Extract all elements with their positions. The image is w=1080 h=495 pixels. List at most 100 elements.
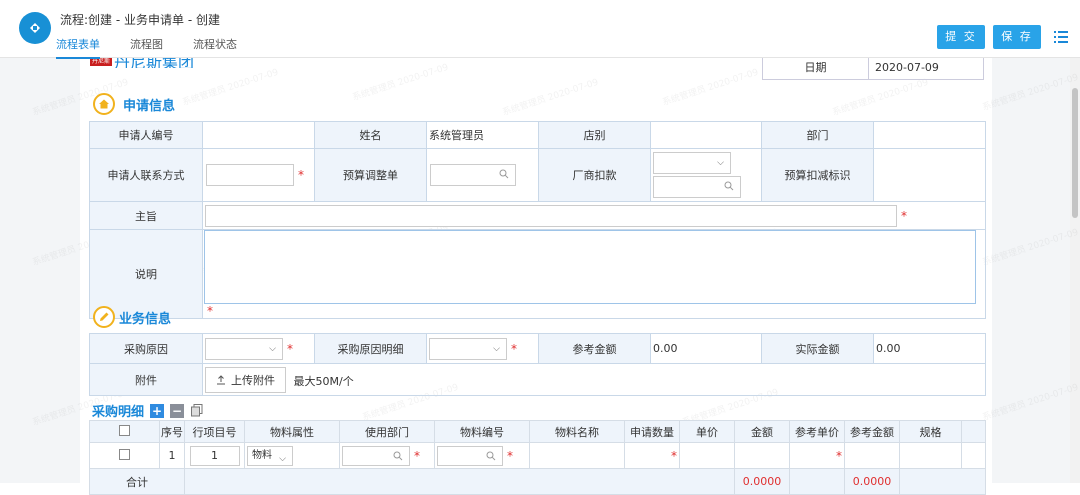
row-check-cell xyxy=(89,442,160,469)
row-spec xyxy=(899,442,962,469)
row-ref-amount xyxy=(844,442,900,469)
date-box: 日期 2020-07-09 xyxy=(762,58,984,80)
reason-label: 采购原因 xyxy=(89,333,203,364)
business-section-title: 业务信息 xyxy=(119,311,172,327)
row-material-no-cell: * xyxy=(434,442,530,469)
attach-cell: 上传附件 最大50M/个 xyxy=(202,363,986,396)
total-label: 合计 xyxy=(89,468,185,495)
chevron-down-icon: ⌵ xyxy=(493,343,500,354)
col-header-empty xyxy=(961,420,986,443)
search-icon[interactable] xyxy=(724,181,734,191)
company-name: 丹尼斯集团 xyxy=(114,58,195,68)
row-seq: 1 xyxy=(159,442,185,469)
vendor-deduct-cell: ⌵ xyxy=(650,148,762,202)
upload-label: 上传附件 xyxy=(231,373,275,387)
total-ref-amount: 0.0000 xyxy=(844,468,900,495)
upload-button[interactable]: 上传附件 xyxy=(205,366,286,393)
row-dept-input[interactable] xyxy=(342,445,410,466)
chevron-down-icon: ⌵ xyxy=(269,343,276,354)
reason-detail-select[interactable]: ⌵ xyxy=(429,337,507,360)
row-material-attr-select[interactable]: 物料 ⌵ xyxy=(247,445,293,466)
tab-status[interactable]: 流程状态 xyxy=(193,36,237,59)
applicant-no-value xyxy=(202,121,315,149)
search-icon[interactable] xyxy=(486,451,496,461)
add-row-icon[interactable]: + xyxy=(150,403,165,418)
col-header: 物料属性 xyxy=(244,420,340,443)
row-material-attr-value: 物料 xyxy=(252,449,272,461)
page-title: 流程:创建 - 业务申请单 - 创建 xyxy=(60,13,220,27)
row-ref-price-cell: * xyxy=(789,442,845,469)
ref-amount-label: 参考金额 xyxy=(538,333,651,364)
row-amount xyxy=(734,442,790,469)
col-header: 使用部门 xyxy=(339,420,435,443)
search-icon[interactable] xyxy=(499,169,509,179)
upload-icon xyxy=(217,374,225,384)
subject-cell: * xyxy=(202,201,986,230)
applicant-no-label: 申请人编号 xyxy=(89,121,203,149)
required-mark: * xyxy=(511,341,517,356)
contact-cell: * xyxy=(202,148,315,202)
business-info-table: 采购原因 ⌵ * 采购原因明细 ⌵ * 参考金额 0.00 实际金额 0.00 附件… xyxy=(89,333,986,396)
scrollbar-thumb[interactable] xyxy=(1072,88,1078,218)
dept-label: 部门 xyxy=(761,121,874,149)
apply-section-title: 申请信息 xyxy=(123,98,176,114)
date-value: 2020-07-09 xyxy=(875,61,939,74)
row-material-name xyxy=(529,442,625,469)
select-all-checkbox[interactable] xyxy=(119,424,130,436)
tab-bar: 流程表单 流程图 流程状态 xyxy=(56,36,267,59)
pencil-icon xyxy=(93,306,115,328)
header: 流程:创建 - 业务申请单 - 创建 流程表单 流程图 流程状态 提 交 保 存 xyxy=(0,0,1080,59)
desc-textarea[interactable] xyxy=(204,230,976,304)
required-mark: * xyxy=(836,448,842,463)
total-spacer xyxy=(899,468,986,495)
reason-select[interactable]: ⌵ xyxy=(205,337,283,360)
subject-input[interactable] xyxy=(205,204,897,227)
col-header: 参考单价 xyxy=(789,420,845,443)
col-header: 序号 xyxy=(159,420,185,443)
vendor-deduct-select[interactable]: ⌵ xyxy=(653,152,731,174)
chevron-down-icon: ⌵ xyxy=(717,158,724,168)
remove-row-icon[interactable]: − xyxy=(170,403,185,418)
table-row: 1 1 物料 ⌵ * * * * xyxy=(89,442,986,469)
company-logo: 丹尼斯 丹尼斯集团 xyxy=(90,58,194,74)
actual-amount-label: 实际金额 xyxy=(761,333,874,364)
business-section-header: 业务信息 xyxy=(93,306,171,328)
budget-deduct-flag-label: 预算扣减标识 xyxy=(761,148,874,202)
subject-label: 主旨 xyxy=(89,201,203,230)
store-label: 店别 xyxy=(538,121,651,149)
search-icon[interactable] xyxy=(393,451,403,461)
row-checkbox[interactable] xyxy=(119,448,130,460)
detail-title: 采购明细 xyxy=(92,405,145,420)
reason-cell: ⌵ * xyxy=(202,333,315,364)
copy-row-icon[interactable] xyxy=(190,404,204,418)
row-dept-cell: * xyxy=(339,442,435,469)
dept-value xyxy=(873,121,986,149)
detail-header: 采购明细 + − xyxy=(92,401,204,420)
detail-table: 序号 行项目号 物料属性 使用部门 物料编号 物料名称 申请数量 单价 金额 参… xyxy=(89,420,986,495)
list-menu-icon[interactable] xyxy=(1054,31,1068,46)
tab-form[interactable]: 流程表单 xyxy=(56,36,100,59)
col-header: 申请数量 xyxy=(624,420,680,443)
tab-flowchart[interactable]: 流程图 xyxy=(130,36,163,59)
submit-button[interactable]: 提 交 xyxy=(937,25,985,49)
budget-adjust-label: 预算调整单 xyxy=(314,148,427,202)
row-unit-price xyxy=(679,442,735,469)
col-header: 参考金额 xyxy=(844,420,900,443)
contact-input[interactable] xyxy=(206,164,294,186)
row-material-no-input[interactable] xyxy=(437,445,503,466)
attach-label: 附件 xyxy=(89,363,203,396)
store-value xyxy=(650,121,762,149)
row-qty-cell: * xyxy=(624,442,680,469)
col-header: 物料编号 xyxy=(434,420,530,443)
chevron-down-icon: ⌵ xyxy=(279,453,286,464)
row-line-no-input[interactable]: 1 xyxy=(189,445,240,466)
budget-adjust-input[interactable] xyxy=(430,164,516,186)
vendor-deduct-input[interactable] xyxy=(653,176,741,198)
scrollbar[interactable] xyxy=(1070,58,1080,483)
app-logo-icon xyxy=(19,12,51,44)
save-button[interactable]: 保 存 xyxy=(993,25,1041,49)
total-spacer xyxy=(184,468,735,495)
budget-deduct-flag-value xyxy=(873,148,986,202)
reason-detail-label: 采购原因明细 xyxy=(314,333,427,364)
col-header: 规格 xyxy=(899,420,962,443)
